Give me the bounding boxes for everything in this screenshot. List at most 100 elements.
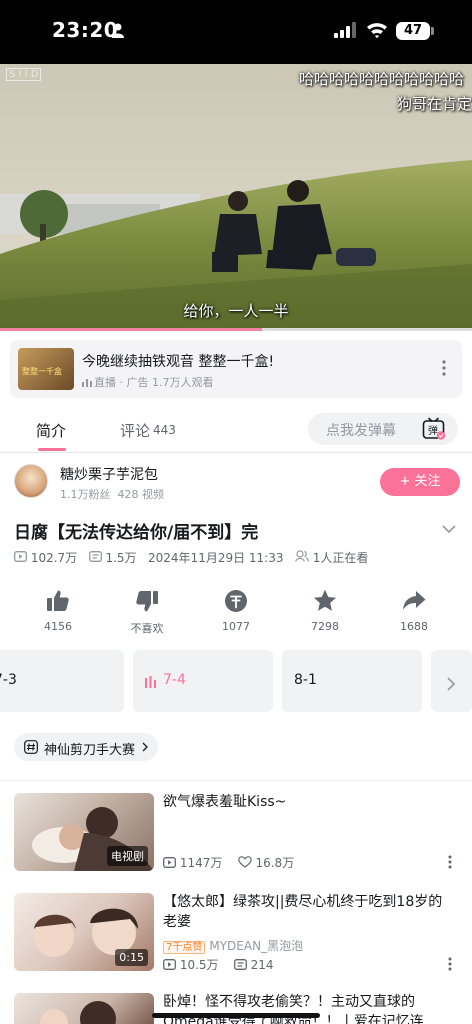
- heart-icon: [237, 856, 252, 868]
- recommendation-meta: 10.5万 214: [163, 956, 274, 973]
- thumbs-up-icon: [47, 590, 69, 611]
- episode-label: 7-3: [0, 672, 17, 688]
- hot-tag: 7千点赞: [163, 941, 206, 954]
- topic-label: 神仙剪刀手大赛: [44, 743, 136, 758]
- ad-meta-text: 直播 · 广告 1.7万人观看: [94, 376, 214, 389]
- episode-item-active[interactable]: 7-4: [133, 650, 273, 712]
- recommendation-thumbnail[interactable]: 0:15: [14, 893, 154, 971]
- home-indicator[interactable]: [152, 1013, 320, 1018]
- playing-bars-icon: [145, 676, 156, 688]
- danmaku-input[interactable]: 点我发弹幕 弹: [308, 413, 458, 445]
- topic-tag[interactable]: 神仙剪刀手大赛: [14, 733, 158, 761]
- coin-button[interactable]: 1077: [206, 588, 266, 633]
- uploader-videos: 428 视频: [117, 488, 165, 501]
- more-icon[interactable]: [442, 360, 446, 376]
- danmaku-icon-text: 弹: [428, 424, 438, 437]
- like-button[interactable]: 4156: [28, 588, 88, 633]
- danmaku-count-icon: [233, 959, 247, 970]
- person-icon: [112, 23, 124, 38]
- danmaku-placeholder: 点我发弹幕: [326, 423, 396, 439]
- chevron-down-icon[interactable]: [442, 524, 456, 534]
- video-stats: 102.7万 1.5万 2024年11月29日 11:33 1人正在看: [14, 549, 368, 565]
- more-icon[interactable]: [448, 957, 452, 971]
- ad-thumbnail: 整整一千盒: [18, 348, 74, 390]
- favorite-count: 7298: [311, 620, 339, 633]
- tab-active-indicator: [38, 448, 66, 451]
- avatar[interactable]: [14, 464, 48, 498]
- ad-thumb-text: 整整一千盒: [22, 367, 62, 376]
- follow-button[interactable]: + 关注: [380, 468, 460, 496]
- episode-item[interactable]: 8-1: [282, 650, 422, 712]
- subtitle-top-line1: 哈哈哈哈哈哈哈哈哈哈哈: [298, 70, 464, 88]
- comments-count: 443: [153, 423, 176, 437]
- like-count: 4156: [44, 620, 72, 633]
- episode-item[interactable]: 7-3: [0, 650, 124, 712]
- views-count: 102.7万: [30, 551, 78, 565]
- hashtag-icon: [24, 740, 38, 754]
- battery-nub: [431, 27, 434, 35]
- video-title: 日腐【无法传达给你/届不到】完: [14, 523, 259, 543]
- play-count-icon: [163, 959, 176, 970]
- channel-logo: S I I D: [6, 68, 42, 81]
- viewers-icon: [295, 550, 309, 562]
- recommendation-title[interactable]: 欲气爆表羞耻Kiss~: [163, 792, 453, 812]
- thumbnail-image: [40, 1001, 116, 1024]
- danmaku-count: 1.5万: [105, 551, 137, 565]
- coin-icon: [225, 590, 247, 612]
- watching-count: 1人正在看: [312, 551, 369, 565]
- video-type-badge: 电视剧: [107, 846, 148, 866]
- episode-label: 8-1: [294, 672, 317, 688]
- ad-card[interactable]: 整整一千盒 今晚继续抽铁观音 整整一千盒! 直播 · 广告 1.7万人观看: [10, 340, 462, 398]
- recommendation-uploader[interactable]: 7千点赞 MYDEAN_黑泡泡: [163, 937, 303, 954]
- uploader-name[interactable]: 糖炒栗子芋泥包: [60, 464, 158, 484]
- favorite-button[interactable]: 7298: [295, 588, 355, 633]
- more-icon[interactable]: [448, 855, 452, 869]
- chevron-right-icon: [142, 742, 148, 752]
- dislike-label: 不喜欢: [130, 622, 164, 635]
- tab-intro[interactable]: 简介: [36, 420, 66, 441]
- danmaku-toggle-icon[interactable]: 弹: [422, 417, 446, 441]
- duration-badge: 0:15: [115, 949, 148, 966]
- coin-count: 1077: [222, 620, 250, 633]
- signal-icon: [334, 22, 356, 38]
- share-count: 1688: [400, 620, 428, 633]
- uploader-name: MYDEAN_黑泡泡: [209, 939, 304, 953]
- section-divider: [0, 780, 472, 781]
- recommendation-thumbnail[interactable]: [14, 993, 154, 1024]
- ad-meta: 直播 · 广告 1.7万人观看: [82, 374, 213, 390]
- video-progress-bar[interactable]: [0, 328, 472, 331]
- recommendation-meta: 1147万 16.8万: [163, 854, 294, 871]
- clock: 23:20: [52, 18, 119, 42]
- wifi-icon: [367, 23, 387, 39]
- recommendation-thumbnail[interactable]: 电视剧: [14, 793, 154, 871]
- danmaku-count: 214: [250, 958, 274, 972]
- uploader-fans: 1.1万粉丝: [60, 488, 111, 501]
- dislike-button[interactable]: 不喜欢: [117, 588, 177, 636]
- play-count-icon: [14, 551, 27, 562]
- danmaku-count-icon: [88, 551, 102, 562]
- status-bar: 23:20 47: [0, 0, 472, 64]
- views-count: 10.5万: [179, 958, 219, 972]
- recommendation-title[interactable]: 【悠太郎】绿茶攻||费尽心机终于吃到18岁的老婆: [163, 892, 453, 932]
- star-icon: [314, 589, 336, 611]
- ad-title: 今晚继续抽铁观音 整整一千盒!: [82, 354, 275, 370]
- share-icon: [403, 591, 426, 610]
- live-bars-icon: [82, 379, 92, 387]
- uploader-meta: 1.1万粉丝 428 视频: [60, 486, 164, 502]
- share-button[interactable]: 1688: [384, 588, 444, 633]
- views-count: 1147万: [179, 856, 223, 870]
- play-count-icon: [163, 857, 176, 868]
- video-player[interactable]: S I I D 哈哈哈哈哈哈哈哈哈哈哈 狗哥在肯定 给你，一人一半: [0, 64, 472, 328]
- recommendation-title[interactable]: 卧焯！怪不得攻老偷笑？！主动又直球的Omega谁受得了啊救命！！丨爱在记忆连: [163, 992, 453, 1024]
- thumbs-down-icon: [136, 591, 158, 612]
- subtitle-top-line2: 狗哥在肯定: [396, 95, 472, 113]
- episode-label: 7-4: [163, 672, 186, 688]
- likes-count: 16.8万: [255, 856, 295, 870]
- tabs-divider: [0, 452, 472, 453]
- publish-date: 2024年11月29日 11:33: [148, 551, 284, 565]
- battery-icon: 47: [396, 22, 430, 40]
- tab-comments[interactable]: 评论: [120, 420, 150, 441]
- chevron-right-icon[interactable]: [446, 676, 456, 692]
- subtitle-bottom: 给你，一人一半: [183, 302, 289, 320]
- video-progress-fill: [0, 328, 262, 331]
